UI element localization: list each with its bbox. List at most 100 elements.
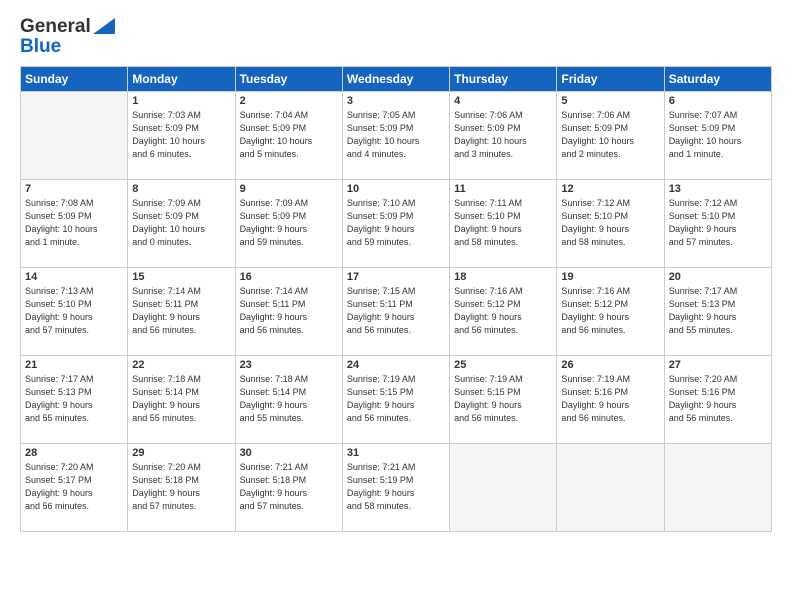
- day-number: 25: [454, 359, 552, 371]
- day-info: Sunrise: 7:19 AM Sunset: 5:15 PM Dayligh…: [454, 373, 552, 425]
- day-info: Sunrise: 7:07 AM Sunset: 5:09 PM Dayligh…: [669, 109, 767, 161]
- page: General Blue SundayMondayTuesdayWednesda…: [0, 0, 792, 612]
- calendar-cell: 15 Sunrise: 7:14 AM Sunset: 5:11 PM Dayli…: [128, 268, 235, 356]
- calendar-cell: [557, 444, 664, 532]
- day-number: 23: [240, 359, 338, 371]
- day-number: 28: [25, 447, 123, 459]
- day-info: Sunrise: 7:17 AM Sunset: 5:13 PM Dayligh…: [669, 285, 767, 337]
- day-number: 20: [669, 271, 767, 283]
- day-info: Sunrise: 7:15 AM Sunset: 5:11 PM Dayligh…: [347, 285, 445, 337]
- calendar-cell: [664, 444, 771, 532]
- week-row-2: 14Sunrise: 7:13 AM Sunset: 5:10 PM Dayli…: [21, 268, 772, 356]
- calendar-cell: 12 Sunrise: 7:12 AM Sunset: 5:10 PM Dayli…: [557, 180, 664, 268]
- calendar-cell: 4 Sunrise: 7:06 AM Sunset: 5:09 PM Daylig…: [450, 92, 557, 180]
- calendar-cell: 2 Sunrise: 7:04 AM Sunset: 5:09 PM Daylig…: [235, 92, 342, 180]
- calendar-cell: 8 Sunrise: 7:09 AM Sunset: 5:09 PM Daylig…: [128, 180, 235, 268]
- col-header-friday: Friday: [557, 67, 664, 92]
- col-header-monday: Monday: [128, 67, 235, 92]
- week-row-3: 21 Sunrise: 7:17 AM Sunset: 5:13 PM Dayli…: [21, 356, 772, 444]
- week-row-0: 1 Sunrise: 7:03 AM Sunset: 5:09 PM Daylig…: [21, 92, 772, 180]
- day-info: Sunrise: 7:06 AM Sunset: 5:09 PM Dayligh…: [454, 109, 552, 161]
- logo: General Blue: [20, 16, 115, 58]
- calendar-cell: 10 Sunrise: 7:10 AM Sunset: 5:09 PM Dayli…: [342, 180, 449, 268]
- day-info: Sunrise: 7:12 AM Sunset: 5:10 PM Dayligh…: [669, 197, 767, 249]
- calendar-cell: 14Sunrise: 7:13 AM Sunset: 5:10 PM Dayli…: [21, 268, 128, 356]
- day-number: 31: [347, 447, 445, 459]
- day-number: 10: [347, 183, 445, 195]
- calendar-cell: 18Sunrise: 7:16 AM Sunset: 5:12 PM Dayli…: [450, 268, 557, 356]
- calendar-cell: 24Sunrise: 7:19 AM Sunset: 5:15 PM Dayli…: [342, 356, 449, 444]
- logo-general: General: [20, 16, 91, 38]
- day-number: 15: [132, 271, 230, 283]
- calendar-table: SundayMondayTuesdayWednesdayThursdayFrid…: [20, 66, 772, 532]
- calendar-header-row: SundayMondayTuesdayWednesdayThursdayFrid…: [21, 67, 772, 92]
- col-header-wednesday: Wednesday: [342, 67, 449, 92]
- calendar-cell: 5 Sunrise: 7:06 AM Sunset: 5:09 PM Daylig…: [557, 92, 664, 180]
- calendar-cell: 30 Sunrise: 7:21 AM Sunset: 5:18 PM Dayli…: [235, 444, 342, 532]
- day-number: 2: [240, 95, 338, 107]
- day-number: 29: [132, 447, 230, 459]
- calendar-cell: 28 Sunrise: 7:20 AM Sunset: 5:17 PM Dayli…: [21, 444, 128, 532]
- col-header-saturday: Saturday: [664, 67, 771, 92]
- calendar-cell: 31Sunrise: 7:21 AM Sunset: 5:19 PM Dayli…: [342, 444, 449, 532]
- calendar-cell: 29 Sunrise: 7:20 AM Sunset: 5:18 PM Dayli…: [128, 444, 235, 532]
- day-info: Sunrise: 7:17 AM Sunset: 5:13 PM Dayligh…: [25, 373, 123, 425]
- col-header-tuesday: Tuesday: [235, 67, 342, 92]
- day-info: Sunrise: 7:16 AM Sunset: 5:12 PM Dayligh…: [454, 285, 552, 337]
- calendar-cell: 23Sunrise: 7:18 AM Sunset: 5:14 PM Dayli…: [235, 356, 342, 444]
- calendar-cell: 27Sunrise: 7:20 AM Sunset: 5:16 PM Dayli…: [664, 356, 771, 444]
- day-info: Sunrise: 7:20 AM Sunset: 5:18 PM Dayligh…: [132, 461, 230, 513]
- day-info: Sunrise: 7:08 AM Sunset: 5:09 PM Dayligh…: [25, 197, 123, 249]
- col-header-thursday: Thursday: [450, 67, 557, 92]
- day-info: Sunrise: 7:12 AM Sunset: 5:10 PM Dayligh…: [561, 197, 659, 249]
- week-row-4: 28 Sunrise: 7:20 AM Sunset: 5:17 PM Dayli…: [21, 444, 772, 532]
- day-info: Sunrise: 7:16 AM Sunset: 5:12 PM Dayligh…: [561, 285, 659, 337]
- logo-icon: [93, 18, 115, 34]
- day-info: Sunrise: 7:21 AM Sunset: 5:18 PM Dayligh…: [240, 461, 338, 513]
- header: General Blue: [20, 16, 772, 58]
- day-number: 26: [561, 359, 659, 371]
- day-info: Sunrise: 7:19 AM Sunset: 5:15 PM Dayligh…: [347, 373, 445, 425]
- logo-blue: Blue: [20, 36, 61, 58]
- day-info: Sunrise: 7:04 AM Sunset: 5:09 PM Dayligh…: [240, 109, 338, 161]
- calendar-cell: 1 Sunrise: 7:03 AM Sunset: 5:09 PM Daylig…: [128, 92, 235, 180]
- day-number: 19: [561, 271, 659, 283]
- calendar-cell: 26 Sunrise: 7:19 AM Sunset: 5:16 PM Dayli…: [557, 356, 664, 444]
- day-info: Sunrise: 7:06 AM Sunset: 5:09 PM Dayligh…: [561, 109, 659, 161]
- day-number: 7: [25, 183, 123, 195]
- day-number: 1: [132, 95, 230, 107]
- day-number: 8: [132, 183, 230, 195]
- day-number: 21: [25, 359, 123, 371]
- calendar-cell: 7 Sunrise: 7:08 AM Sunset: 5:09 PM Daylig…: [21, 180, 128, 268]
- day-info: Sunrise: 7:09 AM Sunset: 5:09 PM Dayligh…: [132, 197, 230, 249]
- day-number: 5: [561, 95, 659, 107]
- day-info: Sunrise: 7:13 AM Sunset: 5:10 PM Dayligh…: [25, 285, 123, 337]
- day-info: Sunrise: 7:03 AM Sunset: 5:09 PM Dayligh…: [132, 109, 230, 161]
- day-number: 13: [669, 183, 767, 195]
- calendar-cell: 6Sunrise: 7:07 AM Sunset: 5:09 PM Daylig…: [664, 92, 771, 180]
- day-number: 3: [347, 95, 445, 107]
- day-info: Sunrise: 7:14 AM Sunset: 5:11 PM Dayligh…: [132, 285, 230, 337]
- day-info: Sunrise: 7:20 AM Sunset: 5:17 PM Dayligh…: [25, 461, 123, 513]
- day-number: 11: [454, 183, 552, 195]
- calendar-cell: 11 Sunrise: 7:11 AM Sunset: 5:10 PM Dayli…: [450, 180, 557, 268]
- day-info: Sunrise: 7:10 AM Sunset: 5:09 PM Dayligh…: [347, 197, 445, 249]
- day-number: 30: [240, 447, 338, 459]
- day-number: 9: [240, 183, 338, 195]
- day-info: Sunrise: 7:09 AM Sunset: 5:09 PM Dayligh…: [240, 197, 338, 249]
- week-row-1: 7 Sunrise: 7:08 AM Sunset: 5:09 PM Daylig…: [21, 180, 772, 268]
- col-header-sunday: Sunday: [21, 67, 128, 92]
- day-number: 12: [561, 183, 659, 195]
- calendar-cell: 19 Sunrise: 7:16 AM Sunset: 5:12 PM Dayli…: [557, 268, 664, 356]
- day-number: 22: [132, 359, 230, 371]
- day-info: Sunrise: 7:14 AM Sunset: 5:11 PM Dayligh…: [240, 285, 338, 337]
- day-info: Sunrise: 7:11 AM Sunset: 5:10 PM Dayligh…: [454, 197, 552, 249]
- day-number: 4: [454, 95, 552, 107]
- calendar-cell: 13 Sunrise: 7:12 AM Sunset: 5:10 PM Dayli…: [664, 180, 771, 268]
- calendar-cell: 21 Sunrise: 7:17 AM Sunset: 5:13 PM Dayli…: [21, 356, 128, 444]
- day-info: Sunrise: 7:19 AM Sunset: 5:16 PM Dayligh…: [561, 373, 659, 425]
- calendar-cell: 20 Sunrise: 7:17 AM Sunset: 5:13 PM Dayli…: [664, 268, 771, 356]
- day-number: 16: [240, 271, 338, 283]
- day-number: 27: [669, 359, 767, 371]
- calendar-cell: [450, 444, 557, 532]
